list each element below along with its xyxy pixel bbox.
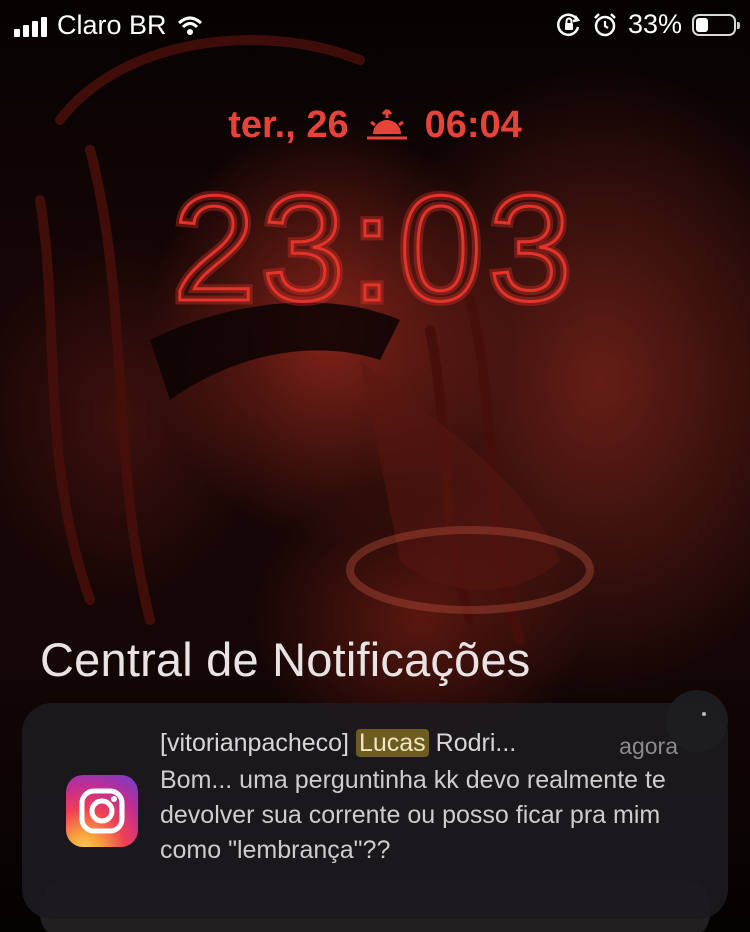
sender-highlight: Lucas: [355, 729, 429, 757]
notification-center-title: Central de Notificações: [40, 633, 531, 686]
date-label: ter., 26: [228, 104, 349, 146]
notification-card[interactable]: [vitorianpacheco] Lucas Rodri... agora B…: [22, 703, 728, 919]
notification-title: [vitorianpacheco] Lucas Rodri...: [160, 729, 680, 765]
lock-clock: 23:03 23:03: [168, 160, 577, 320]
instagram-icon: [66, 775, 138, 847]
notification-body: Bom... uma perguntinha kk devo realmente…: [160, 766, 666, 864]
carrier-label: Claro BR: [57, 10, 167, 40]
signal-icon: [14, 15, 47, 37]
battery-percent: 33%: [627, 9, 682, 39]
svg-text:23:03: 23:03: [172, 164, 577, 320]
sunrise-icon: [366, 108, 407, 139]
sender-prefix: [vitorianpacheco]: [160, 729, 350, 757]
wifi-icon: [177, 16, 202, 35]
lock-screen: Claro BR 33% ter., 26 06:04 23:03 23:03 …: [0, 0, 750, 932]
date-row: ter., 26 06:04: [0, 104, 750, 147]
orientation-lock-icon: [557, 13, 581, 36]
alarm-icon: [594, 12, 616, 36]
sender-suffix: Rodri...: [435, 729, 517, 757]
status-bar: Claro BR 33%: [0, 0, 750, 50]
alarm-time: 06:04: [424, 104, 522, 146]
notification-options-button[interactable]: [666, 690, 728, 752]
notification-time: agora: [619, 733, 678, 759]
battery-icon: [692, 13, 740, 36]
